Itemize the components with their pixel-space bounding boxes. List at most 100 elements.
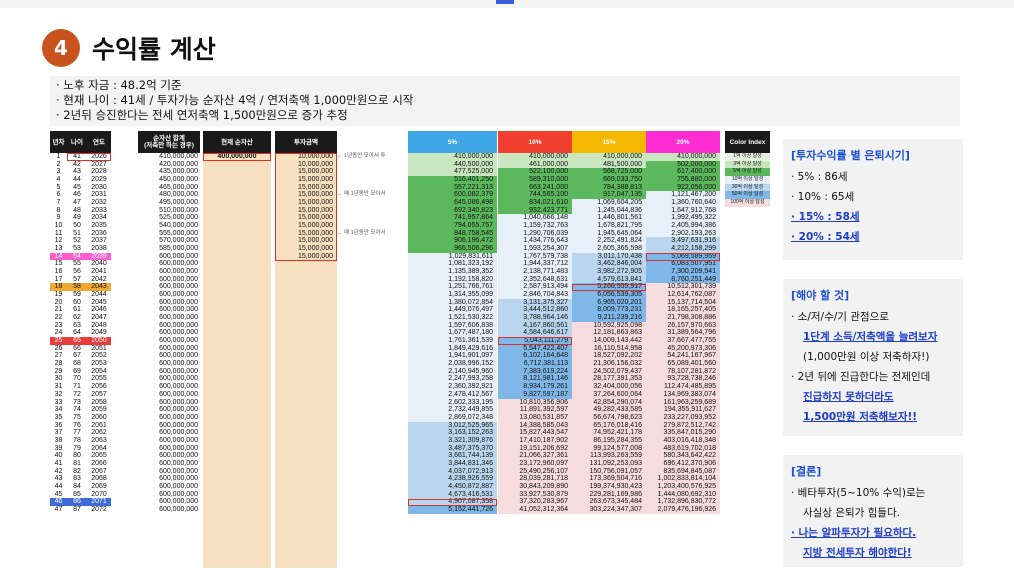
table-cell: 49,282,433,585	[572, 406, 646, 414]
panel-line-link[interactable]: · 20% : 54세	[791, 230, 955, 245]
page-indicator	[496, 0, 514, 4]
table-cell: 966,506,296	[408, 245, 497, 253]
table-cell	[275, 276, 333, 284]
table-cell: 25	[50, 337, 67, 345]
table-cell	[275, 268, 333, 276]
table-cell	[203, 230, 271, 238]
table-cell	[275, 383, 333, 391]
table-cell: 6	[56, 191, 61, 199]
table-cell: 2,869,072,348	[408, 413, 497, 422]
table-cell: 48	[73, 206, 81, 214]
table-cell: 71	[73, 383, 81, 391]
table-cell: 65,089,401,560	[646, 360, 720, 368]
panel-line-link[interactable]: · 15% : 58세	[791, 210, 955, 225]
table-cell	[275, 291, 333, 299]
table-cell: 23,172,960,097	[498, 459, 572, 468]
table-cell: 3,011,170,438	[572, 252, 646, 261]
table-cell: 51	[73, 229, 81, 237]
table-cell: 4,238,926,559	[408, 475, 497, 483]
table-cell: 1,446,801,561	[572, 214, 646, 223]
table-cell: 113,993,263,559	[572, 452, 646, 460]
table-cell: 2,360,392,921	[408, 383, 497, 391]
table-cell	[203, 199, 271, 207]
table-cell: 617,400,000	[646, 168, 720, 177]
table-cell: 74,952,421,178	[572, 429, 646, 437]
table-cell	[275, 437, 333, 445]
table-cell: 516,401,250	[408, 176, 497, 184]
panel-heading: [투자수익률 별 은퇴시기]	[791, 149, 910, 162]
table-cell: 600,000,000	[159, 490, 198, 498]
table-cell: 36	[54, 421, 63, 429]
table-cell: 28,177,391,353	[572, 375, 646, 384]
table-cell: 2028	[91, 168, 107, 176]
panel-line: · 10% : 65세	[791, 191, 855, 203]
panel-line-link[interactable]: 1단계 소득/저축액을 늘려보자	[791, 330, 955, 345]
table-row: 39 79 2064 600,000,000 3,487,375,370 19,151,2…	[50, 444, 772, 453]
table-cell: 600,000,000	[159, 429, 198, 437]
table-cell: 2066	[91, 459, 107, 467]
table-cell: 53	[73, 245, 81, 253]
panel-line-link[interactable]: 진급하지 못하더라도	[791, 390, 955, 405]
table-cell	[275, 491, 333, 499]
table-cell: 932,423,771	[498, 206, 572, 215]
table-cell: 11	[54, 229, 63, 237]
table-cell: 663,241,000	[498, 183, 572, 192]
table-cell	[275, 452, 333, 460]
table-cell: 600,000,000	[159, 436, 198, 444]
table-cell: 10	[54, 222, 63, 230]
panel-line-link[interactable]: 1,500만원 저축해보자!!	[791, 410, 955, 425]
table-cell: 2029	[91, 176, 107, 184]
table-cell: 2,605,365,598	[572, 245, 646, 253]
table-row: 27 67 2052 600,000,000 1,941,901,097 6,102,16…	[50, 352, 772, 361]
highlight-box-20pct	[646, 252, 720, 261]
table-cell	[275, 468, 333, 476]
table-cell: 131,092,253,093	[572, 459, 646, 468]
panel-line-link[interactable]: 지방 전세투자 해야한다!	[791, 546, 955, 561]
table-cell: 66	[73, 344, 81, 352]
table-cell: 555,000,000	[159, 229, 198, 237]
table-cell: 8,760,251,449	[646, 275, 720, 284]
table-cell: 67	[73, 352, 81, 360]
table-cell	[203, 191, 271, 199]
table-cell: 600,000,000	[159, 367, 198, 375]
table-cell	[275, 345, 333, 353]
table-row: 20 60 2045 600,000,000 1,380,072,854 3,131,37…	[50, 298, 772, 307]
table-cell: 34	[54, 406, 63, 414]
table-cell: 32	[54, 390, 63, 398]
table-cell: 99,124,577,008	[572, 444, 646, 453]
table-cell: 1,449,076,497	[408, 306, 497, 315]
table-cell: 2045	[91, 298, 107, 306]
table-cell: 7,300,209,541	[646, 268, 720, 276]
table-row: 11 51 2036 555,000,000 15,000,000 848,758,545…	[50, 229, 772, 238]
panel-line: · 소/저/수/기 관점으로	[791, 311, 889, 323]
table-cell: 31	[54, 383, 63, 391]
table-row: 13 53 2038 585,000,000 15,000,000 966,506,296…	[50, 245, 772, 253]
table-row: 5 45 2030 465,000,000 15,000,000 557,221,313 6…	[50, 183, 772, 192]
table-cell	[203, 345, 271, 353]
table-cell: 55	[73, 260, 81, 268]
table-cell	[203, 452, 271, 460]
table-cell: 9,211,239,216	[572, 314, 646, 322]
panel-line-link[interactable]: · 나는 알파투자가 필요하다.	[791, 526, 955, 541]
table-cell: 440,500,000	[408, 160, 497, 169]
table-cell	[203, 299, 271, 307]
table-cell: 4,584,646,617	[498, 329, 572, 338]
table-cell: 13,080,531,857	[498, 413, 572, 422]
table-cell: 69	[73, 367, 81, 375]
table-cell: 73	[73, 398, 81, 406]
table-cell: 47	[54, 505, 63, 513]
table-cell: 24,502,079,437	[572, 367, 646, 376]
table-cell: 194,355,911,627	[646, 406, 720, 414]
table-cell: 2041	[91, 268, 107, 276]
table-row: 29 69 2054 600,000,000 2,140,945,960 7,383,61…	[50, 367, 772, 376]
table-cell	[203, 268, 271, 276]
header-rate-15: 15%	[572, 131, 646, 153]
table-cell: 2038	[91, 245, 107, 253]
table-cell: 600,000,000	[159, 459, 198, 467]
table-cell: 2072	[91, 505, 107, 513]
table-cell: 1,677,487,180	[408, 329, 497, 338]
table-row: 42 82 2067 600,000,000 4,037,072,913 25,490,2…	[50, 467, 772, 476]
table-cell: 2069	[91, 482, 107, 490]
table-cell: 93,728,738,246	[646, 375, 720, 384]
table-cell: 6,056,539,305	[572, 291, 646, 299]
